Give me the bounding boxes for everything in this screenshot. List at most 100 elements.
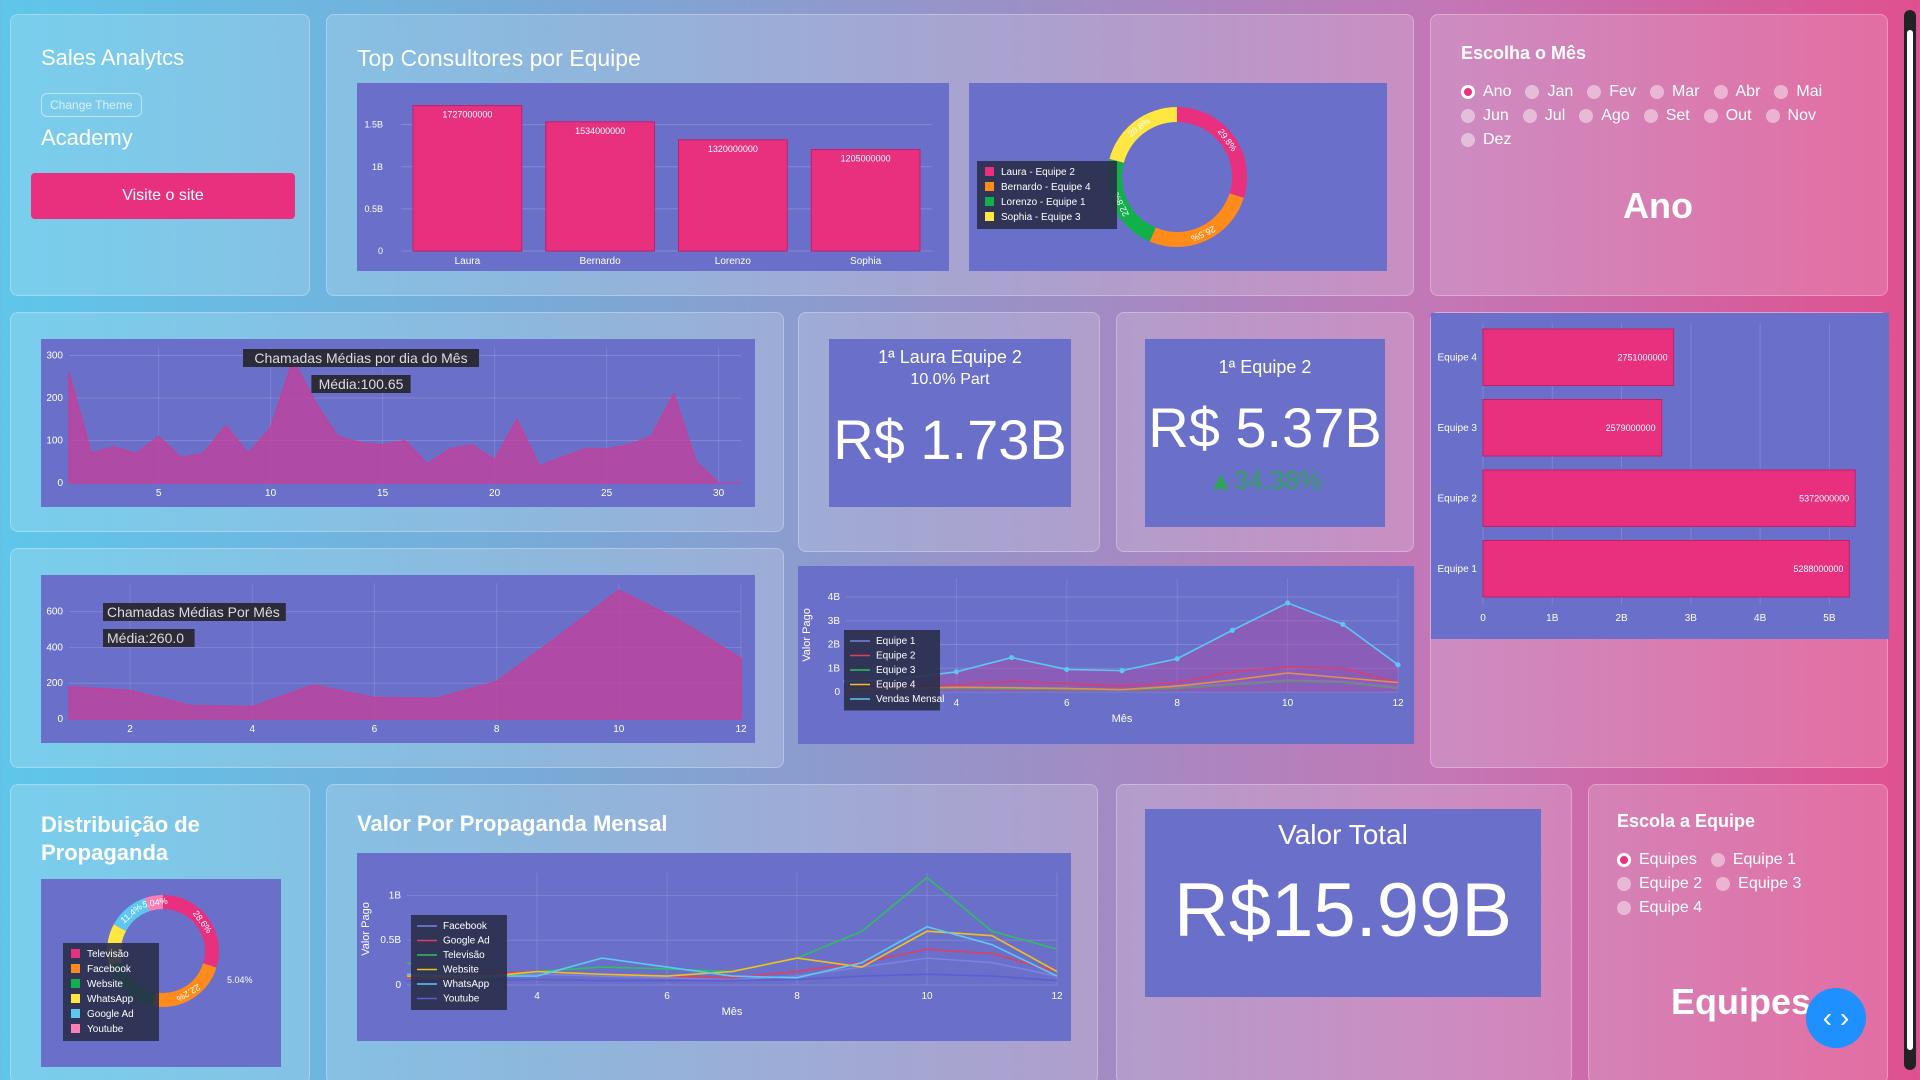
calls-month-card: 0 200 400 600 2 4 6 8 10 12 Chamadas Médias Por Mê… [10, 548, 784, 768]
y-tick-label: 300 [46, 351, 63, 362]
legend-swatch [985, 197, 994, 206]
top-consultants-card: Top Consultores por Equipe 0 0.5B 1B 1.5B 17… [326, 14, 1414, 296]
team-option-equipes[interactable]: Equipes [1617, 851, 1697, 869]
legend-swatch [71, 994, 80, 1003]
y-tick-label: 1B [372, 162, 383, 172]
month-option-ago[interactable]: Ago [1579, 107, 1630, 125]
team-option-label: Equipes [1639, 851, 1697, 868]
legend-label: Google Ad [443, 936, 490, 947]
month-option-ano[interactable]: Ano [1461, 83, 1511, 101]
month-option-label: Fev [1609, 83, 1636, 100]
radio-icon [1617, 901, 1631, 915]
y-tick-label: Equipe 2 [1438, 493, 1478, 504]
visit-site-button[interactable]: Visite o site [31, 173, 295, 219]
x-tick-label: 3B [1685, 613, 1698, 624]
team-option-label: Equipe 2 [1639, 875, 1703, 892]
team-option-equipe-3[interactable]: Equipe 3 [1716, 875, 1801, 893]
y-tick-label: 2B [828, 640, 841, 651]
month-option-label: Out [1725, 107, 1752, 124]
ad-distribution-title: Distribuição de Propaganda [41, 812, 200, 865]
radio-icon [1710, 853, 1725, 867]
team-option-equipe-4[interactable]: Equipe 4 [1617, 899, 1702, 917]
x-tick-label: 1B [1546, 613, 1559, 624]
month-option-label: Set [1665, 107, 1690, 124]
team-share-slice [1177, 107, 1247, 198]
bar [545, 121, 655, 252]
month-option-mar[interactable]: Mar [1649, 83, 1700, 101]
month-radio-group: Ano Jan Fev Mar Abr Mai Jun Jul Ago Set Out Nov Dez [1461, 83, 1871, 149]
legend-label: Website [87, 979, 123, 990]
ad-monthly-ylabel: Valor Pago [360, 902, 372, 956]
y-tick-label: Equipe 3 [1438, 423, 1478, 434]
bar [678, 139, 788, 252]
y-tick-label: 1B [828, 663, 841, 674]
nav-arrows-button[interactable]: ‹ › [1806, 988, 1866, 1048]
scrollbar-thumb[interactable] [1907, 30, 1913, 1050]
monthly-sales-point [1340, 621, 1346, 627]
monthly-sales-point [953, 669, 959, 675]
ad-monthly-chart: 0 0.5B 1B 4 6 8 10 12 Mês Valor Pago Facebook Googl… [357, 853, 1071, 1041]
ad-monthly-title: Valor Por Propaganda Mensal [357, 811, 668, 836]
change-theme-button[interactable]: Change Theme [41, 93, 142, 117]
month-option-dez[interactable]: Dez [1461, 131, 1511, 149]
month-option-jan[interactable]: Jan [1525, 83, 1573, 101]
team-bars-svg: 0 1B 2B 3B 4B 5B 2751000000 Equipe 4 2579000000 E… [1438, 323, 1856, 624]
x-tick-label: 4 [534, 991, 540, 1002]
monthly-sales-point [1285, 600, 1291, 606]
radio-icon [1617, 853, 1631, 867]
x-tick-label: 5 [156, 488, 162, 499]
month-option-label: Jan [1547, 83, 1574, 100]
x-tick-label: 2B [1615, 613, 1628, 624]
legend-label: WhatsApp [443, 979, 490, 990]
legend-label: Facebook [87, 964, 132, 975]
legend-label: Vendas Mensal [876, 694, 944, 705]
legend-swatch [985, 182, 994, 191]
legend-swatch [985, 212, 994, 221]
x-tick-label: Laura [455, 256, 481, 267]
bar [412, 105, 523, 252]
x-tick-label: 4 [249, 724, 255, 735]
bar-value-label: 1320000000 [708, 144, 758, 154]
ad-monthly-xlabel: Mês [722, 1006, 743, 1018]
monthly-sales-point [1174, 656, 1180, 662]
x-tick-label: 6 [1064, 698, 1070, 709]
team-option-equipe-2[interactable]: Equipe 2 [1617, 875, 1702, 893]
radio-icon [1774, 85, 1789, 99]
month-option-label: Jun [1483, 107, 1509, 124]
kpi-team-line1: 1ª Equipe 2 [1218, 357, 1312, 377]
monthly-sales-point [1064, 666, 1070, 673]
app-title: Sales Analytcs [41, 45, 185, 70]
month-option-fev[interactable]: Fev [1587, 83, 1636, 101]
calls-month-chart: 0 200 400 600 2 4 6 8 10 12 Chamadas Médias Por Mê… [41, 575, 755, 743]
month-option-jul[interactable]: Jul [1522, 107, 1565, 125]
radio-icon [1525, 85, 1540, 99]
month-option-out[interactable]: Out [1703, 107, 1752, 125]
kpi-team-delta: ▲34.38% [1208, 465, 1322, 495]
x-tick-label: 8 [494, 724, 500, 735]
bar-value-label: 1534000000 [575, 126, 625, 136]
legend-label: Equipe 4 [876, 680, 916, 691]
month-option-set[interactable]: Set [1643, 107, 1690, 125]
month-option-mai[interactable]: Mai [1774, 83, 1822, 101]
month-option-jun[interactable]: Jun [1461, 107, 1509, 125]
legend-label: Youtube [443, 994, 480, 1005]
legend-swatch [71, 1024, 80, 1033]
x-tick-label: 6 [372, 724, 378, 735]
month-option-abr[interactable]: Abr [1713, 83, 1760, 101]
ad-distribution-card: Distribuição de Propaganda 28.6% 22.2% 11.… [10, 784, 310, 1080]
legend-label: Sophia - Equipe 3 [1001, 212, 1081, 223]
radio-icon [1461, 85, 1475, 99]
y-tick-label: 600 [46, 607, 63, 618]
legend-swatch [985, 167, 994, 176]
legend-label: Televisão [87, 949, 129, 960]
month-option-nov[interactable]: Nov [1765, 107, 1816, 125]
month-big-label: Ano [1623, 185, 1693, 226]
legend-label: Lorenzo - Equipe 1 [1001, 197, 1086, 208]
bar-value-label: 2579000000 [1606, 423, 1656, 433]
team-filter-title: Escola a Equipe [1617, 811, 1756, 831]
kpi-top-line2: 10.0% Part [910, 371, 990, 388]
y-tick-label: 200 [46, 393, 63, 404]
radio-icon [1716, 877, 1731, 891]
team-option-equipe-1[interactable]: Equipe 1 [1710, 851, 1796, 869]
scrollbar[interactable] [1904, 10, 1916, 1070]
